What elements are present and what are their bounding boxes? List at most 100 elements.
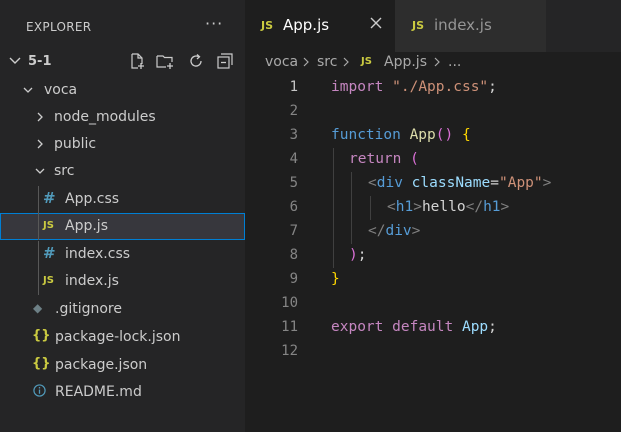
tab-app-js[interactable]: JS App.js <box>245 0 395 52</box>
git-file-icon: ◆ <box>33 301 43 315</box>
code-line[interactable]: 12 <box>245 340 621 364</box>
tab-index-js[interactable]: JS index.js <box>395 0 546 52</box>
tree-item-label: index.js <box>65 273 119 289</box>
js-file-icon: JS <box>361 56 372 67</box>
tree-folder-public[interactable]: public <box>0 131 245 158</box>
tree-file-package-json[interactable]: {} package.json <box>0 352 245 379</box>
code-text: function App() { <box>331 127 471 143</box>
chevron-down-icon <box>23 87 33 93</box>
tree-file-index-js[interactable]: JS index.js <box>0 268 245 295</box>
code-text: import "./App.css"; <box>331 79 497 95</box>
breadcrumb-item-symbols[interactable]: ... <box>448 54 461 70</box>
tree-file-app-js[interactable]: JS App.js <box>0 213 245 240</box>
code-line[interactable]: 4 return ( <box>245 148 621 172</box>
code-line[interactable]: 3 function App() { <box>245 124 621 148</box>
workspace-name: 5-1 <box>28 54 52 69</box>
chevron-right-icon <box>434 57 440 67</box>
tree-item-label: App.css <box>65 191 120 207</box>
js-file-icon: JS <box>43 220 54 231</box>
json-file-icon: {} <box>32 356 51 371</box>
info-icon <box>33 384 46 397</box>
explorer-sidebar: EXPLORER ··· 5-1 voca node_modules publi… <box>0 0 245 432</box>
line-number: 7 <box>289 223 298 239</box>
indent-guide <box>351 172 352 196</box>
collapse-all-icon[interactable] <box>216 52 234 70</box>
new-file-icon[interactable] <box>128 52 146 70</box>
refresh-icon[interactable] <box>187 52 205 70</box>
code-line[interactable]: 11 export default App; <box>245 316 621 340</box>
line-number: 3 <box>289 127 298 143</box>
tree-folder-src[interactable]: src <box>0 158 245 185</box>
tree-item-label: package.json <box>55 357 148 373</box>
tree-file-gitignore[interactable]: ◆ .gitignore <box>0 296 245 323</box>
tree-item-label: node_modules <box>54 109 156 125</box>
tree-file-index-css[interactable]: # index.css <box>0 241 245 268</box>
tree-item-label: voca <box>44 82 78 98</box>
chevron-right-icon <box>303 57 309 67</box>
tab-label: App.js <box>283 16 330 34</box>
css-file-icon: # <box>43 244 56 262</box>
indent-guide <box>38 268 39 295</box>
code-text: ); <box>349 247 367 263</box>
line-number: 4 <box>289 151 298 167</box>
line-number: 1 <box>289 79 298 95</box>
tree-item-label: public <box>54 136 97 152</box>
chevron-down-icon <box>35 168 45 174</box>
line-number: 8 <box>289 247 298 263</box>
code-text: } <box>331 271 340 287</box>
indent-guide <box>333 220 334 244</box>
new-folder-icon[interactable] <box>156 52 174 70</box>
css-file-icon: # <box>43 189 56 207</box>
code-text: <h1>hello</h1> <box>387 199 510 215</box>
indent-guide <box>370 196 371 220</box>
tree-file-app-css[interactable]: # App.css <box>0 186 245 213</box>
indent-guide <box>333 172 334 196</box>
close-icon[interactable] <box>369 16 383 30</box>
tree-file-package-lock-json[interactable]: {} package-lock.json <box>0 324 245 351</box>
indent-guide <box>351 196 352 220</box>
code-editor[interactable]: 1 import "./App.css"; 2 3 function App()… <box>245 74 621 432</box>
code-line[interactable]: 9 } <box>245 268 621 292</box>
indent-guide <box>333 244 334 268</box>
code-line[interactable]: 10 <box>245 292 621 316</box>
breadcrumb-item-file[interactable]: App.js <box>384 54 427 70</box>
breadcrumb-item-voca[interactable]: voca <box>265 54 298 70</box>
tree-item-label: src <box>54 163 75 179</box>
explorer-header: EXPLORER ··· <box>0 0 245 52</box>
code-text: export default App; <box>331 319 497 335</box>
chevron-down-icon <box>9 57 21 64</box>
breadcrumb: voca src JS App.js ... <box>245 52 621 74</box>
indent-guide <box>333 148 334 172</box>
line-number: 6 <box>289 199 298 215</box>
code-line[interactable]: 2 <box>245 100 621 124</box>
indent-guide <box>38 186 39 213</box>
tree-file-readme-md[interactable]: README.md <box>0 379 245 406</box>
chevron-right-icon <box>343 57 349 67</box>
code-line[interactable]: 7 </div> <box>245 220 621 244</box>
code-line[interactable]: 1 import "./App.css"; <box>245 76 621 100</box>
explorer-title: EXPLORER <box>26 20 92 34</box>
indent-guide <box>351 220 352 244</box>
js-file-icon: JS <box>43 275 54 286</box>
line-number: 10 <box>281 295 298 311</box>
tree-folder-voca[interactable]: voca <box>0 77 245 104</box>
tree-item-label: README.md <box>55 384 142 400</box>
line-number: 2 <box>289 103 298 119</box>
code-line[interactable]: 8 ); <box>245 244 621 268</box>
code-text: return ( <box>349 151 419 167</box>
code-line[interactable]: 6 <h1>hello</h1> <box>245 196 621 220</box>
tree-item-label: package-lock.json <box>55 329 181 345</box>
tree-folder-node-modules[interactable]: node_modules <box>0 104 245 131</box>
code-line[interactable]: 5 <div className="App"> <box>245 172 621 196</box>
line-number: 12 <box>281 343 298 359</box>
tree-item-label: .gitignore <box>55 301 122 317</box>
tree-item-label: index.css <box>65 246 131 262</box>
more-actions-icon[interactable]: ··· <box>205 14 223 33</box>
js-file-icon: JS <box>412 19 425 32</box>
workspace-section-header[interactable]: 5-1 <box>0 49 245 75</box>
tree-item-label: App.js <box>65 218 108 234</box>
tab-label: index.js <box>434 16 492 34</box>
breadcrumb-item-src[interactable]: src <box>317 54 337 70</box>
indent-guide <box>38 241 39 268</box>
line-number: 9 <box>289 271 298 287</box>
